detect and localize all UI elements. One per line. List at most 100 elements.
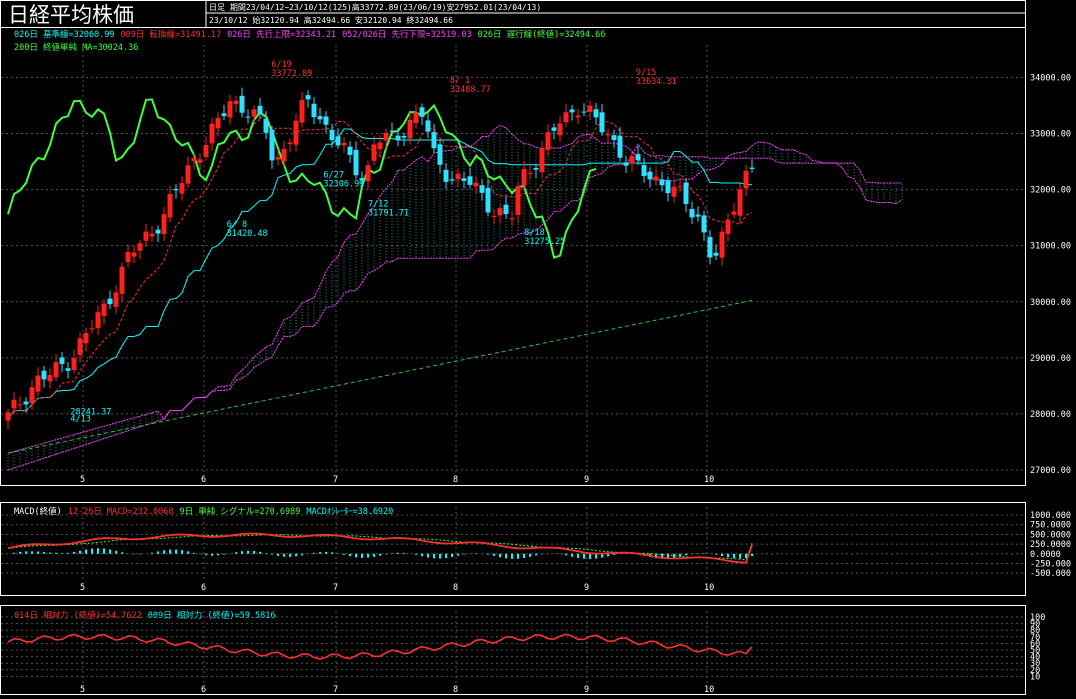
price-annotation: 33634.31	[636, 77, 677, 87]
candle-body	[143, 231, 149, 241]
candle-body	[533, 167, 539, 170]
candle-body	[617, 135, 623, 158]
candle-body	[431, 131, 437, 149]
candle-body	[557, 123, 563, 136]
price-annotation: 32306.99	[323, 179, 364, 189]
candle-body	[221, 113, 227, 117]
main-y-tick: 33000.00	[1030, 130, 1071, 140]
candle-body	[407, 119, 413, 139]
candle-body	[161, 214, 167, 235]
macd-y-tick: 250.0000	[1030, 540, 1071, 550]
candle-body	[581, 111, 587, 113]
x-tick-main: 6	[201, 475, 206, 485]
x-tick-macd: 6	[201, 583, 206, 593]
x-tick-main: 5	[80, 475, 85, 485]
candle-body	[41, 370, 47, 380]
candle-body	[569, 109, 575, 113]
candle-body	[53, 362, 59, 378]
candle-body	[443, 169, 449, 182]
candle-body	[11, 399, 17, 409]
candle-body	[593, 109, 599, 118]
candle-body	[719, 231, 725, 258]
x-tick-macd: 8	[453, 583, 458, 593]
candle-body	[47, 374, 53, 382]
candle-body	[737, 189, 743, 216]
chart-canvas: 34000.00 33000.00 32000.00 31000.00 30000.00…	[0, 0, 1071, 695]
candle-body	[497, 208, 503, 216]
x-tick-rsi: 8	[453, 685, 458, 695]
rsi-y-tick: 10	[1030, 672, 1040, 682]
candle-body	[689, 208, 695, 218]
candlestick-group	[5, 87, 755, 430]
price-annotation: 31420.48	[227, 229, 268, 239]
candle-body	[131, 252, 137, 257]
candle-body	[311, 103, 317, 118]
candle-body	[611, 135, 617, 140]
candle-body	[677, 186, 683, 188]
candle-body	[155, 229, 161, 234]
candle-body	[215, 117, 221, 129]
macd-y-tick: 1000.000	[1030, 511, 1071, 521]
candle-body	[107, 298, 113, 305]
candle-body	[419, 107, 425, 117]
candle-body	[149, 233, 155, 237]
main-y-tick: 29000.00	[1030, 354, 1071, 364]
candle-body	[281, 148, 287, 162]
main-panel-frame	[0, 27, 1026, 486]
candle-body	[623, 162, 629, 166]
candle-body	[455, 173, 461, 180]
x-tick-macd: 7	[333, 583, 338, 593]
candle-body	[743, 170, 749, 189]
candle-body	[467, 176, 473, 185]
candle-body	[377, 142, 383, 150]
candle-body	[71, 358, 77, 370]
candle-body	[287, 142, 293, 144]
candle-body	[83, 332, 89, 344]
candle-body	[17, 404, 23, 406]
candle-body	[479, 185, 485, 193]
x-tick-rsi: 5	[80, 685, 85, 695]
candle-body	[197, 159, 203, 163]
candle-body	[599, 112, 605, 133]
candle-body	[239, 95, 245, 113]
candle-body	[35, 375, 41, 392]
candle-body	[461, 178, 467, 181]
candle-body	[749, 167, 755, 169]
candle-body	[563, 112, 569, 123]
candle-body	[95, 312, 101, 328]
candle-body	[173, 188, 179, 191]
candle-body	[383, 132, 389, 141]
candle-body	[683, 182, 689, 204]
price-annotation: 33488.77	[450, 85, 491, 95]
candle-body	[635, 154, 641, 161]
candle-body	[227, 101, 233, 118]
candle-body	[659, 179, 665, 186]
candle-body	[449, 179, 455, 181]
x-tick-rsi: 7	[333, 685, 338, 695]
candle-body	[725, 219, 731, 234]
candle-body	[275, 157, 281, 160]
candle-body	[647, 171, 653, 180]
candle-body	[641, 165, 647, 177]
candle-body	[125, 251, 131, 263]
x-tick-rsi: 6	[201, 685, 206, 695]
candle-body	[629, 156, 635, 164]
x-tick-main: 9	[584, 475, 589, 485]
main-y-tick: 34000.00	[1030, 73, 1071, 83]
macd-y-tick: 750.0000	[1030, 521, 1071, 531]
candle-body	[101, 303, 107, 317]
candle-body	[29, 387, 35, 404]
macd-y-tick: 500.0000	[1030, 530, 1071, 540]
candle-body	[209, 123, 215, 144]
candle-body	[245, 116, 251, 118]
candle-body	[293, 120, 299, 145]
candle-body	[413, 112, 419, 124]
candle-body	[185, 165, 191, 184]
x-tick-rsi: 9	[584, 685, 589, 695]
main-y-tick: 28000.00	[1030, 410, 1071, 420]
macd-y-tick: 0.0000	[1030, 550, 1061, 560]
candle-body	[323, 116, 329, 125]
candle-body	[233, 100, 239, 104]
candle-body	[203, 145, 209, 157]
candle-body	[695, 214, 701, 217]
